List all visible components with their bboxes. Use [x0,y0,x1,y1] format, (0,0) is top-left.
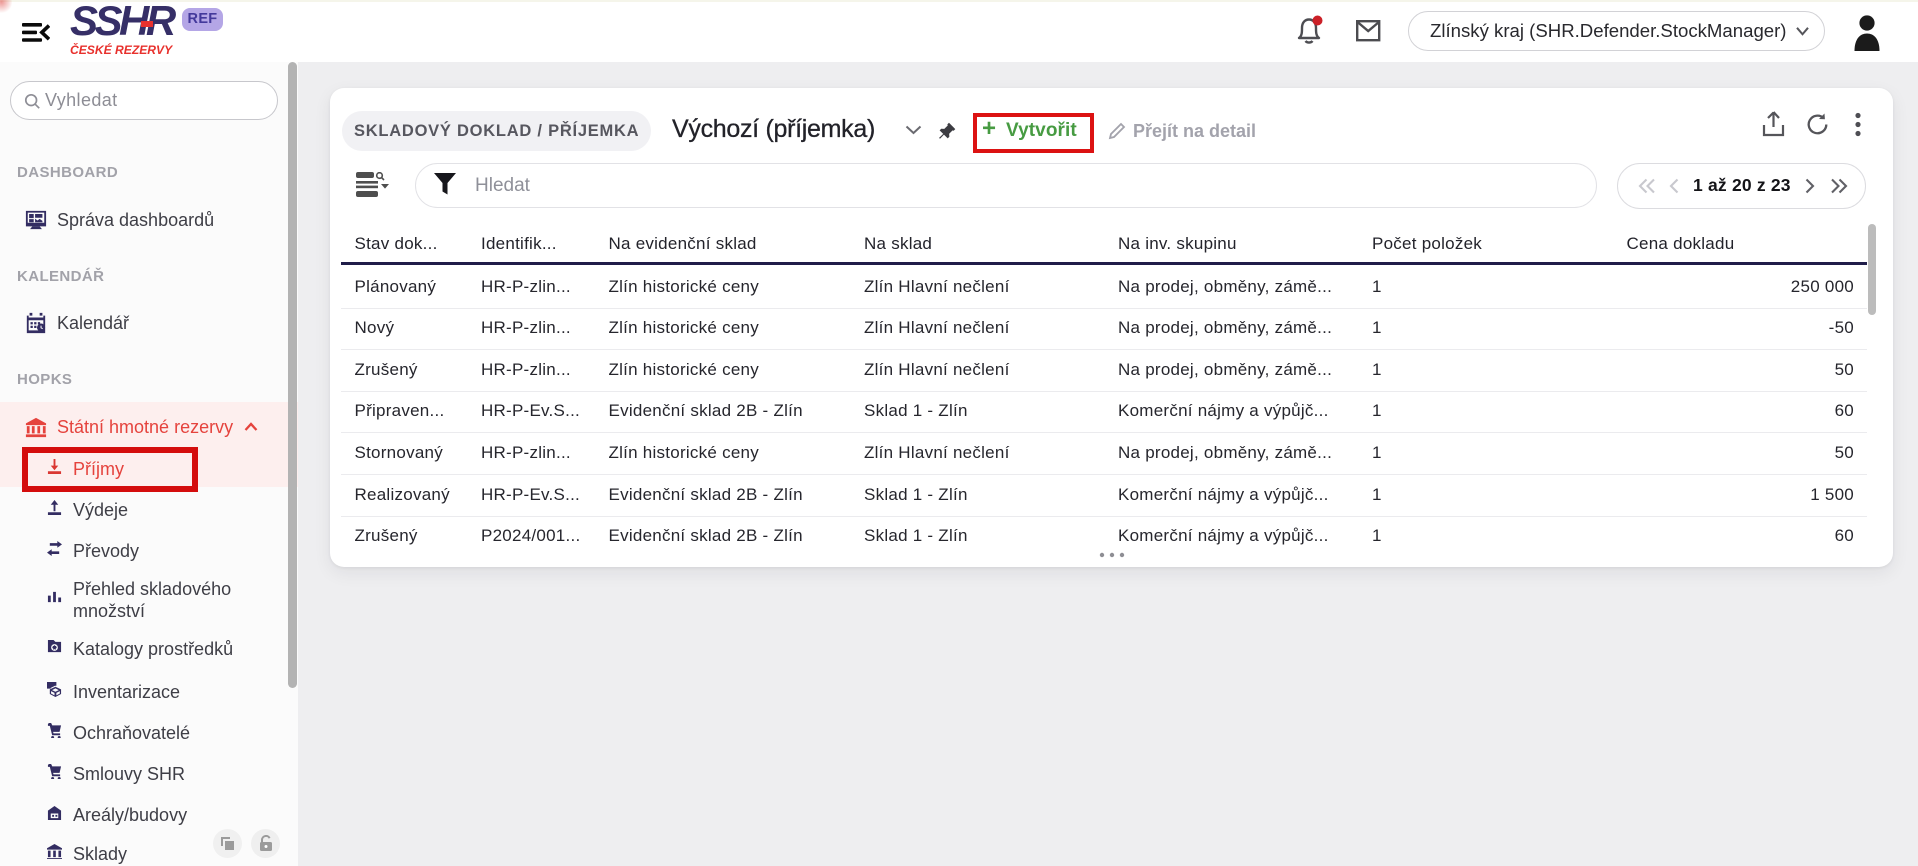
svg-text:ČESKÉ REZERVY: ČESKÉ REZERVY [70,42,173,57]
svg-text:SSHR: SSHR [70,2,177,44]
